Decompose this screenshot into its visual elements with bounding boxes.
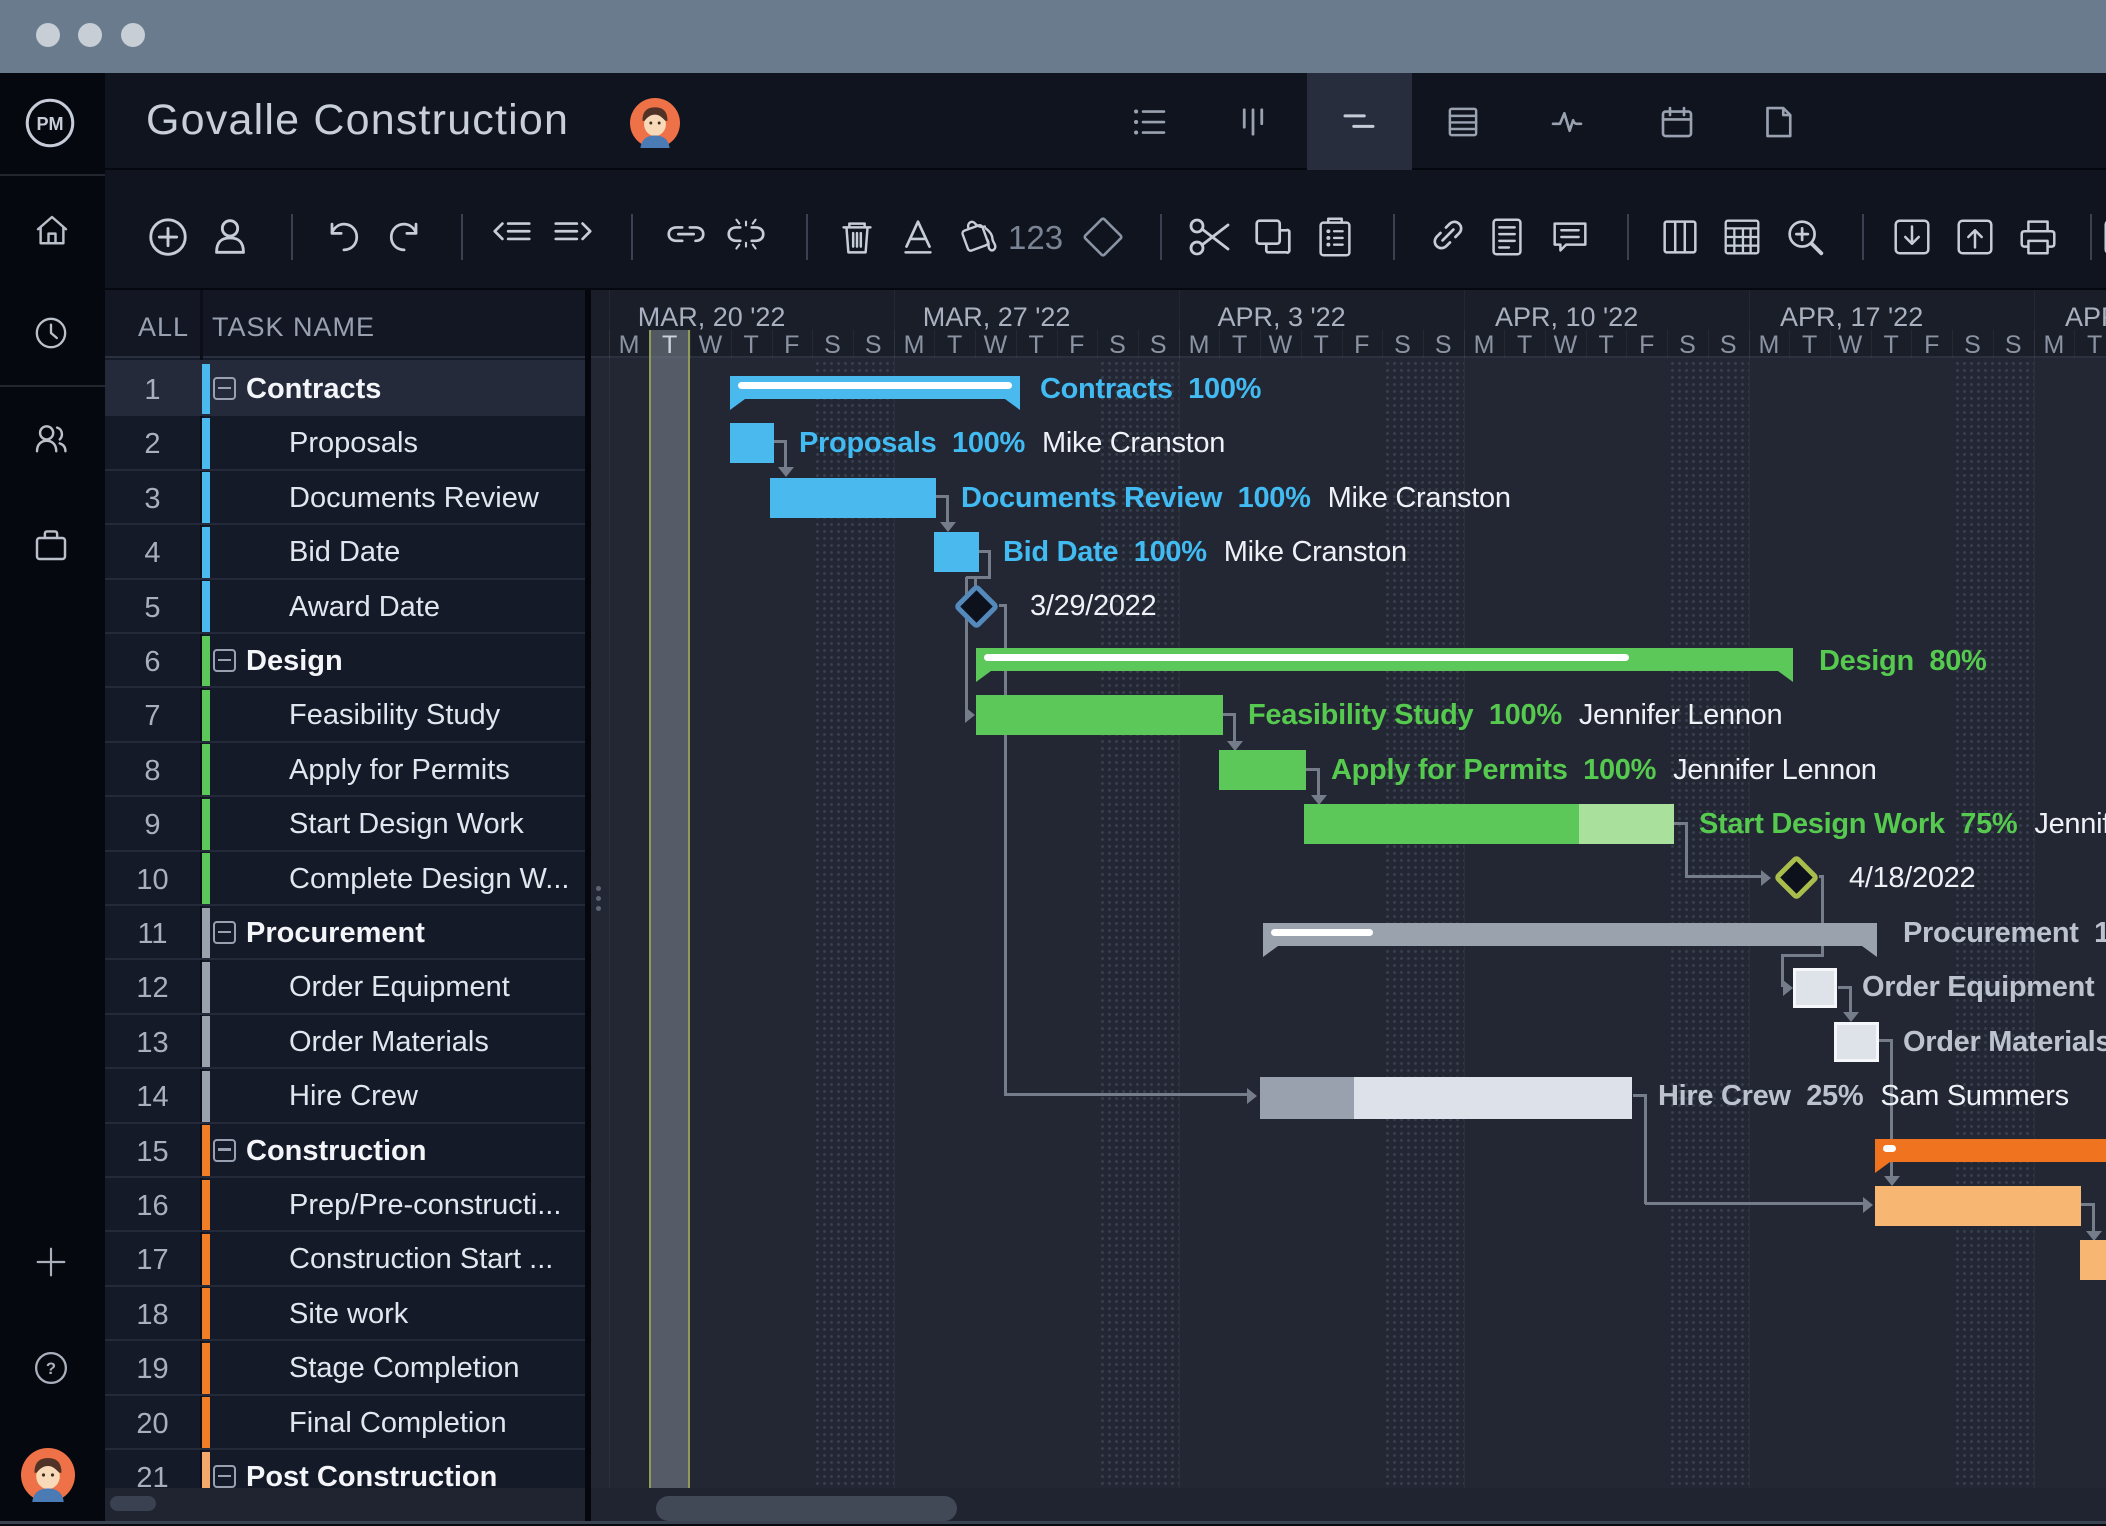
svg-text:PM: PM xyxy=(36,114,63,134)
svg-text:?: ? xyxy=(46,1359,56,1378)
